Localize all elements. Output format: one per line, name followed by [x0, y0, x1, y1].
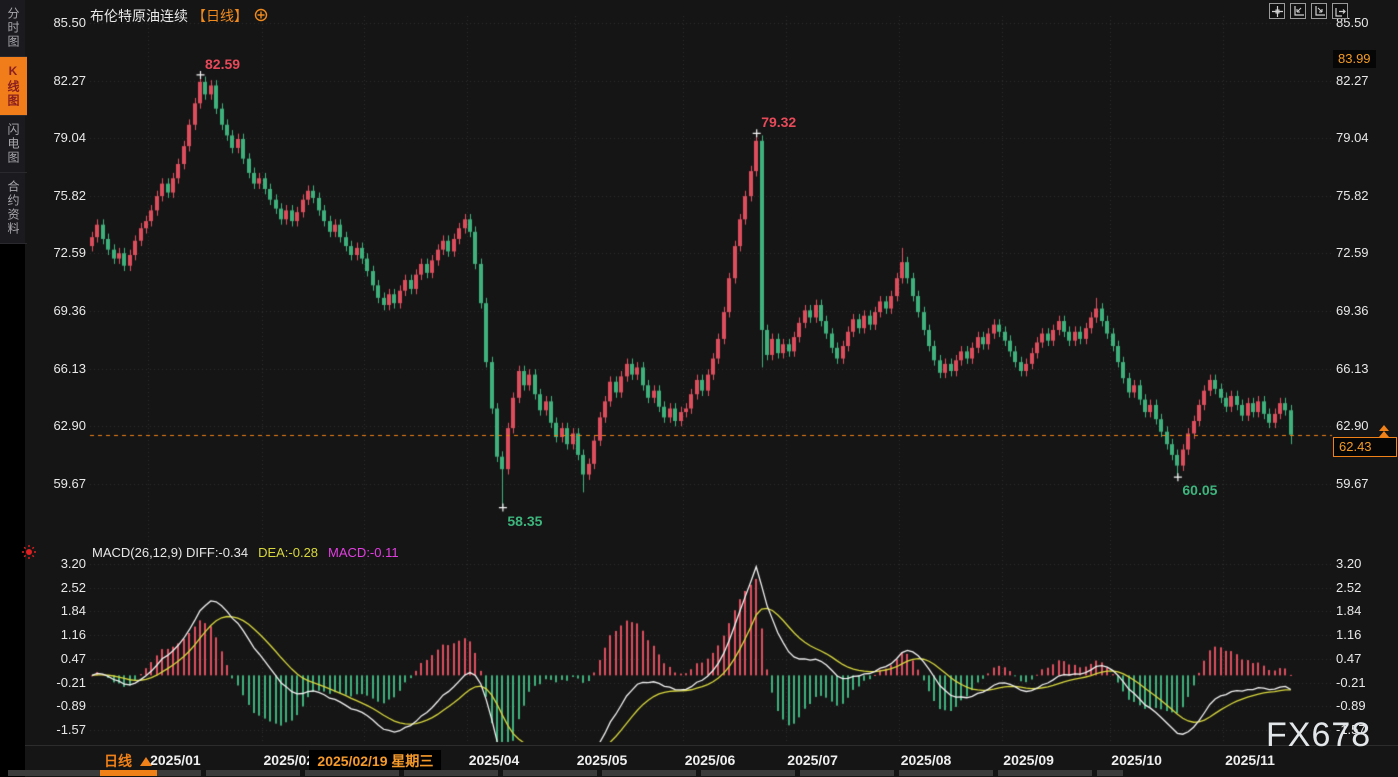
period-selector[interactable]: 日线: [104, 751, 152, 771]
date-axis-label: 2025/04: [469, 752, 520, 768]
date-axis-label: 2025/02: [263, 752, 314, 768]
chart-header: 布伦特原油连续 【日线】: [90, 6, 268, 26]
price-axis-label: 82.27: [26, 73, 86, 88]
macd-axis-label: 1.84: [26, 603, 86, 618]
macd-macd-label: MACD:-0.11: [328, 545, 399, 560]
macd-axis-label: 1.16: [1336, 627, 1396, 642]
triangle-up-icon: [140, 757, 152, 766]
macd-alert-icon[interactable]: [21, 544, 37, 565]
price-axis-label: 75.82: [1336, 188, 1396, 203]
history-scrollbar-thumb[interactable]: [100, 770, 157, 776]
price-axis-label: 82.27: [1336, 73, 1396, 88]
symbol-title: 布伦特原油连续: [90, 6, 188, 26]
macd-axis-label: 1.16: [26, 627, 86, 642]
sidebar-tab[interactable]: 合约资料: [0, 173, 27, 244]
macd-params-label: MACD(26,12,9) DIFF:-0.34: [92, 545, 248, 560]
date-axis-label: 2025/05: [577, 752, 628, 768]
axis-scale-left-icon[interactable]: [1290, 3, 1306, 19]
price-axis-label: 59.67: [1336, 476, 1396, 491]
price-axis-label: 72.59: [26, 245, 86, 260]
date-axis-label: 2025/09: [1003, 752, 1054, 768]
date-axis-label: 2025/07: [787, 752, 838, 768]
export-icon[interactable]: [1332, 3, 1348, 19]
kline-app: 分时图K线图闪电图合约资料 布伦特原油连续 【日线】 85.5085.5082.…: [0, 0, 1398, 777]
price-axis-label: 72.59: [1336, 245, 1396, 260]
price-axis-label: 79.04: [1336, 130, 1396, 145]
price-axis-label: 75.82: [26, 188, 86, 203]
macd-axis-label: -0.21: [26, 675, 86, 690]
date-axis: 2025/01 2025/02 2025/04 2025/05 2025/06 2025/…: [0, 746, 1398, 771]
macd-dea-label: DEA:-0.28: [258, 545, 318, 560]
sidebar: 分时图K线图闪电图合约资料: [0, 0, 25, 777]
date-axis-label: 2025/08: [901, 752, 952, 768]
period-selector-label: 日线: [104, 751, 132, 771]
macd-axis-label: 0.47: [26, 651, 86, 666]
history-scrollbar-track[interactable]: [8, 770, 1123, 776]
date-axis-label: 2025/11: [1225, 752, 1275, 768]
macd-header: MACD(26,12,9) DIFF:-0.34 DEA:-0.28 MACD:…: [92, 545, 399, 560]
price-axis-label: 62.90: [26, 418, 86, 433]
high-annotation: 82.59: [205, 56, 240, 72]
crosshair-icon[interactable]: [1269, 3, 1285, 19]
price-axis-label: 66.13: [1336, 361, 1396, 376]
macd-axis-label: -0.89: [1336, 698, 1396, 713]
high-annotation: 79.32: [761, 114, 796, 130]
macd-axis-label: 2.52: [1336, 580, 1396, 595]
current-price-box: 62.43: [1333, 437, 1397, 457]
price-axis-label: 85.50: [26, 15, 86, 30]
price-axis-label: 79.04: [26, 130, 86, 145]
macd-axis-label: 2.52: [26, 580, 86, 595]
macd-axis-label: 0.47: [1336, 651, 1396, 666]
chart-canvas[interactable]: [0, 0, 1398, 777]
price-axis-label: 69.36: [1336, 303, 1396, 318]
price-up-arrow-icon: [1379, 431, 1389, 437]
macd-axis-label: -0.89: [26, 698, 86, 713]
price-axis-label: 66.13: [26, 361, 86, 376]
price-axis-label: 59.67: [26, 476, 86, 491]
macd-axis-label: 3.20: [1336, 556, 1396, 571]
sidebar-tab[interactable]: 闪电图: [0, 116, 27, 173]
macd-axis-label: -0.21: [1336, 675, 1396, 690]
price-axis-label: 69.36: [26, 303, 86, 318]
low-annotation: 58.35: [507, 513, 542, 529]
date-axis-label: 2025/01: [150, 752, 201, 768]
date-axis-label: 2025/10: [1111, 752, 1162, 768]
indicator-settings-icon[interactable]: [254, 8, 268, 25]
low-annotation: 60.05: [1182, 482, 1217, 498]
session-high-marker: 83.99: [1333, 50, 1376, 68]
chart-toolbar: [1269, 3, 1348, 19]
axis-scale-right-icon[interactable]: [1311, 3, 1327, 19]
macd-axis-label: -1.57: [26, 722, 86, 737]
sidebar-tab[interactable]: K线图: [0, 57, 27, 116]
date-axis-label: 2025/06: [685, 752, 736, 768]
sidebar-tab[interactable]: 分时图: [0, 0, 27, 57]
macd-axis-label: 1.84: [1336, 603, 1396, 618]
period-tag: 【日线】: [192, 6, 248, 26]
